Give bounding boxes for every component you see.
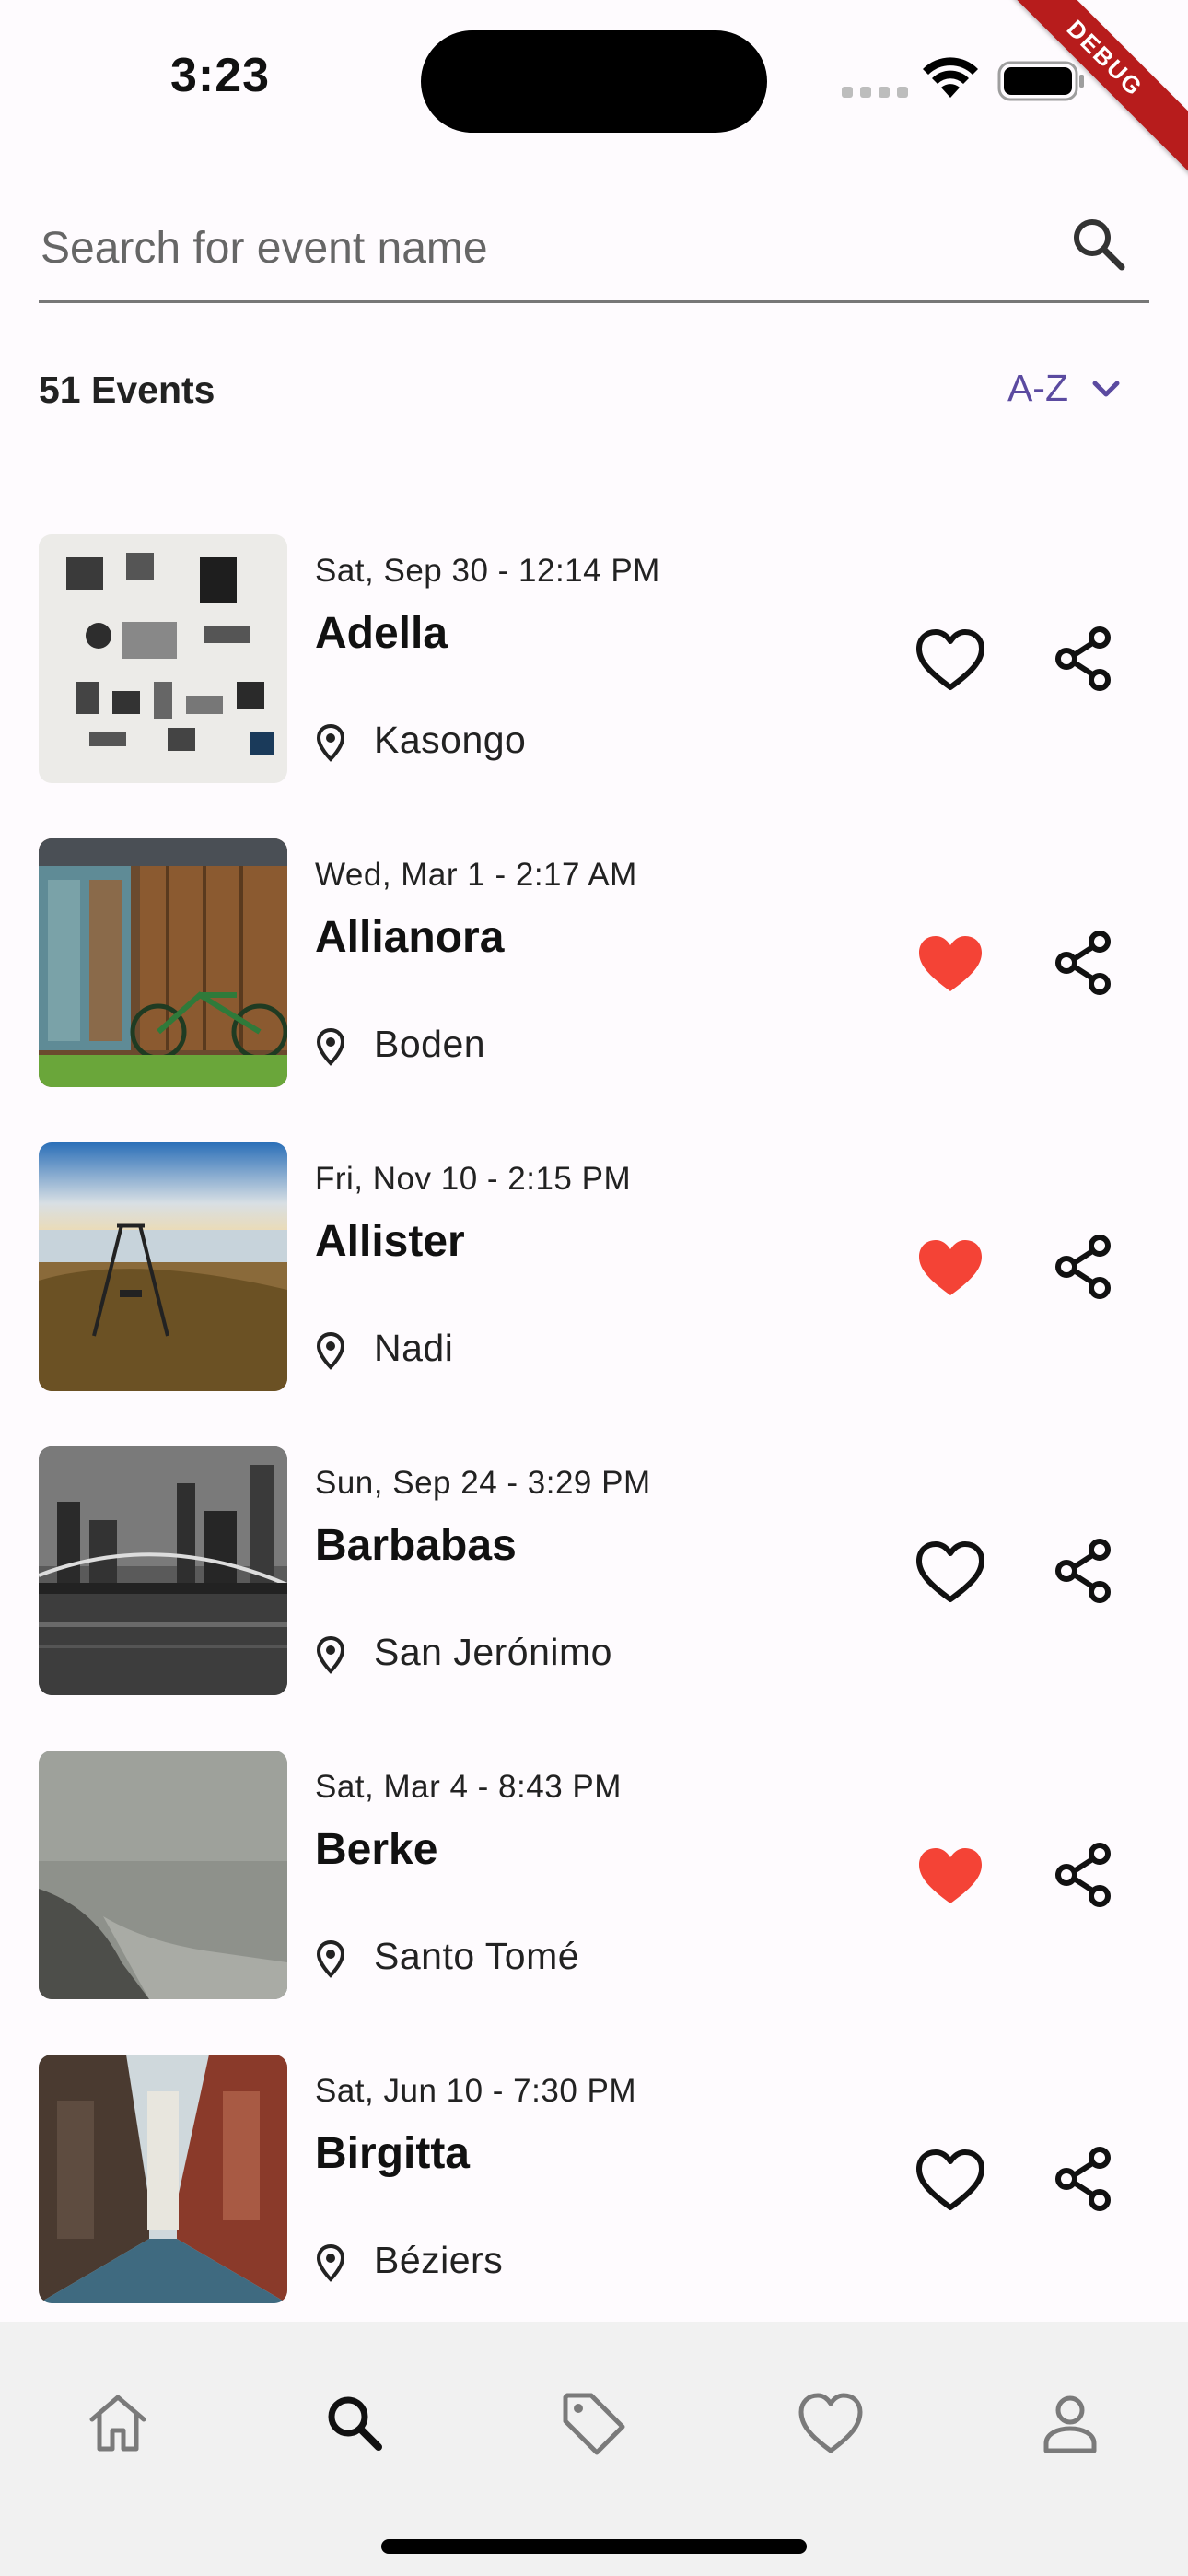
event-count: 51 Events xyxy=(39,369,215,411)
nav-person-icon[interactable] xyxy=(1033,2386,1107,2460)
event-image xyxy=(39,1142,287,1391)
event-name: Berke xyxy=(315,1825,438,1874)
event-location: Santo Tomé xyxy=(374,1935,580,1977)
heart-outline-icon[interactable] xyxy=(914,626,987,693)
wifi-icon xyxy=(923,57,978,98)
share-icon[interactable] xyxy=(1050,928,1116,998)
event-card[interactable]: Fri, Nov 10 - 2:15 PM Allister Nadi xyxy=(39,1142,1149,1391)
event-date: Sat, Jun 10 - 7:30 PM xyxy=(315,2073,637,2109)
heart-filled-icon[interactable] xyxy=(914,931,987,997)
cellular-signal-icon xyxy=(842,87,908,98)
bottom-navigation-bar xyxy=(0,2322,1188,2576)
event-date: Fri, Nov 10 - 2:15 PM xyxy=(315,1161,632,1197)
event-card[interactable]: Wed, Mar 1 - 2:17 AM Allianora Boden xyxy=(39,838,1149,1087)
event-image xyxy=(39,838,287,1087)
heart-filled-icon[interactable] xyxy=(914,1235,987,1301)
sort-dropdown[interactable]: A-Z xyxy=(1007,367,1122,410)
battery-icon xyxy=(997,61,1084,101)
location-pin-icon xyxy=(316,1331,345,1370)
nav-home-icon[interactable] xyxy=(81,2386,155,2460)
share-icon[interactable] xyxy=(1050,1232,1116,1302)
location-pin-icon xyxy=(316,723,345,762)
location-pin-icon xyxy=(316,1939,345,1978)
heart-outline-icon[interactable] xyxy=(914,2147,987,2213)
event-image xyxy=(39,1751,287,1999)
location-pin-icon xyxy=(316,1635,345,1674)
share-icon[interactable] xyxy=(1050,1536,1116,1606)
event-name: Allister xyxy=(315,1217,465,1266)
search-bar xyxy=(39,193,1149,303)
heart-filled-icon[interactable] xyxy=(914,1843,987,1909)
event-date: Wed, Mar 1 - 2:17 AM xyxy=(315,857,637,893)
nav-heart-icon[interactable] xyxy=(794,2386,868,2460)
share-icon[interactable] xyxy=(1050,2144,1116,2214)
sort-label: A-Z xyxy=(1007,367,1068,409)
event-card[interactable]: Sat, Jun 10 - 7:30 PM Birgitta Béziers xyxy=(39,2055,1149,2303)
dynamic-island xyxy=(421,30,767,133)
event-location: Nadi xyxy=(374,1327,454,1369)
event-image xyxy=(39,1446,287,1695)
status-bar: 3:23 DEBUG xyxy=(0,0,1188,178)
chevron-down-icon xyxy=(1092,381,1120,396)
status-time: 3:23 xyxy=(170,49,271,102)
event-card[interactable]: Sat, Mar 4 - 8:43 PM Berke Santo Tomé xyxy=(39,1751,1149,1999)
event-date: Sun, Sep 24 - 3:29 PM xyxy=(315,1465,651,1501)
event-card[interactable]: Sun, Sep 24 - 3:29 PM Barbabas San Jerón… xyxy=(39,1446,1149,1695)
event-location: Kasongo xyxy=(374,719,527,761)
event-image xyxy=(39,2055,287,2303)
nav-search-icon[interactable] xyxy=(318,2386,391,2460)
event-image xyxy=(39,534,287,783)
search-input[interactable] xyxy=(39,210,1037,286)
nav-tag-icon[interactable] xyxy=(556,2386,630,2460)
event-location: San Jerónimo xyxy=(374,1631,612,1673)
search-icon[interactable] xyxy=(1066,212,1133,278)
home-indicator xyxy=(381,2539,807,2554)
event-location: Béziers xyxy=(374,2239,504,2281)
share-icon[interactable] xyxy=(1050,1840,1116,1910)
event-name: Adella xyxy=(315,609,448,658)
event-name: Barbabas xyxy=(315,1521,517,1570)
event-location: Boden xyxy=(374,1023,486,1065)
location-pin-icon xyxy=(316,2243,345,2282)
event-name: Allianora xyxy=(315,913,505,962)
event-date: Sat, Mar 4 - 8:43 PM xyxy=(315,1769,622,1805)
heart-outline-icon[interactable] xyxy=(914,1539,987,1605)
event-card[interactable]: Sat, Sep 30 - 12:14 PM Adella Kasongo xyxy=(39,534,1149,783)
share-icon[interactable] xyxy=(1050,624,1116,694)
event-date: Sat, Sep 30 - 12:14 PM xyxy=(315,553,660,589)
event-name: Birgitta xyxy=(315,2129,470,2178)
location-pin-icon xyxy=(316,1027,345,1066)
